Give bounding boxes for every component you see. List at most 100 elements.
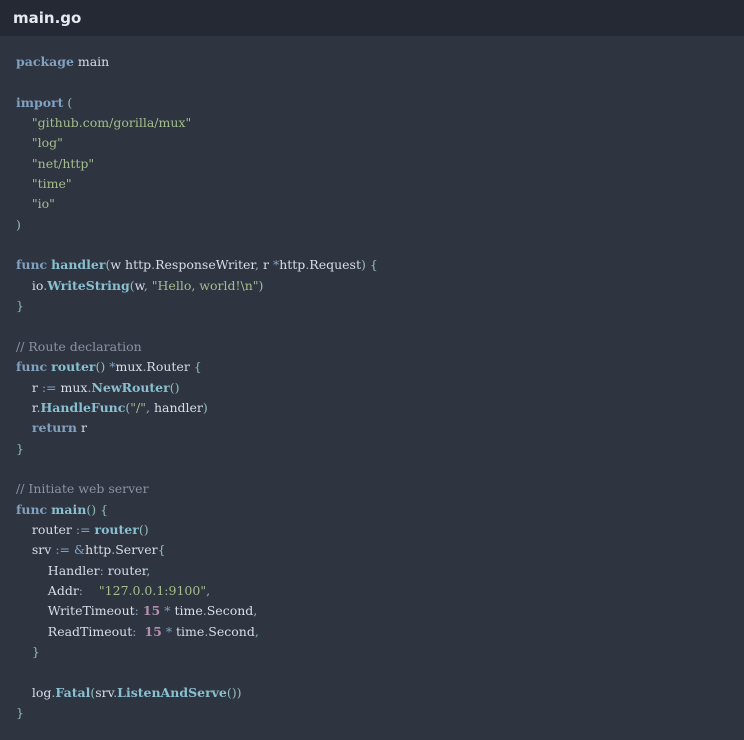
code-token: Handler — [16, 562, 100, 578]
file-name: main.go — [13, 9, 82, 27]
code-token: mux — [56, 379, 88, 395]
code-token: { — [365, 257, 378, 273]
code-token: handler — [149, 399, 203, 415]
code-token: Request — [309, 257, 361, 273]
code-token: mux — [115, 359, 143, 375]
code-line: } — [16, 296, 744, 316]
code-line: // Initiate web server — [16, 479, 744, 499]
code-token: Fatal — [55, 684, 91, 700]
code-token: } — [16, 298, 24, 314]
code-token: HandleFunc — [40, 399, 126, 415]
code-token: () — [86, 501, 97, 517]
code-token: srv — [16, 542, 56, 558]
code-line: } — [16, 642, 744, 662]
code-token: 15 — [144, 623, 162, 639]
code-token: r — [259, 257, 273, 273]
code-token: } — [16, 440, 24, 456]
code-token: } — [16, 643, 40, 659]
code-token: router — [94, 521, 139, 537]
code-line: ReadTimeout: 15 * time.Second, — [16, 622, 744, 642]
code-token: 15 — [142, 603, 161, 619]
code-token: r — [76, 420, 87, 436]
code-token: } — [16, 705, 24, 720]
code-token: func — [16, 501, 48, 517]
code-token: ) — [16, 216, 21, 232]
code-token: { — [96, 501, 109, 517]
code-line: "log" — [16, 133, 744, 153]
code-token: ) — [202, 399, 208, 415]
code-line: r := mux.NewRouter() — [16, 378, 744, 398]
code-line: r.HandleFunc("/", handler) — [16, 398, 744, 418]
code-line: log.Fatal(srv.ListenAndServe()) — [16, 683, 744, 703]
code-token: func — [16, 359, 48, 375]
code-token: "net/http" — [31, 155, 95, 171]
code-token: w — [134, 277, 144, 293]
code-line: ) — [16, 215, 744, 235]
code-token: time — [170, 603, 203, 619]
code-token: package — [16, 54, 74, 69]
code-line: Addr: "127.0.0.1:9100", — [16, 581, 744, 601]
code-token: , — [253, 603, 258, 619]
code-token: http — [279, 257, 306, 273]
code-token: NewRouter — [91, 379, 170, 395]
code-token: ListenAndServe — [117, 684, 227, 700]
code-line: } — [16, 703, 744, 723]
code-token: return — [31, 420, 77, 436]
code-token: ReadTimeout — [16, 623, 133, 639]
code-token: "/" — [130, 399, 146, 415]
code-token: r — [16, 379, 42, 395]
code-token: handler — [51, 257, 106, 273]
code-token: router — [51, 359, 96, 375]
code-token: WriteTimeout — [16, 603, 135, 619]
code-line: WriteTimeout: 15 * time.Second, — [16, 601, 744, 621]
code-token: , — [206, 582, 211, 598]
code-block: package main import ( "github.com/gorill… — [16, 52, 744, 723]
code-line: } — [16, 439, 744, 459]
code-line: "github.com/gorilla/mux" — [16, 113, 744, 133]
code-line: import ( — [16, 93, 744, 113]
code-token: main — [51, 501, 87, 517]
code-line: // Route declaration — [16, 337, 744, 357]
code-token: := — [75, 521, 91, 537]
code-token: router — [103, 562, 147, 578]
code-token: time — [172, 623, 205, 639]
code-token: := — [41, 379, 57, 395]
code-token: Server — [115, 542, 158, 558]
code-token: ResponseWriter — [155, 257, 256, 273]
code-line: Handler: router, — [16, 561, 744, 581]
code-token: ( — [63, 94, 73, 110]
code-token: "log" — [31, 135, 63, 151]
code-token: "Hello, world!\n" — [151, 277, 259, 293]
code-token: // Route declaration — [16, 338, 142, 354]
code-token: // Initiate web server — [16, 481, 149, 497]
code-token: func — [16, 257, 48, 273]
code-token: import — [16, 94, 64, 110]
code-token: := — [55, 542, 71, 558]
code-line: "time" — [16, 174, 744, 194]
code-line: "io" — [16, 194, 744, 214]
code-token: Addr — [16, 582, 79, 598]
code-token: { — [189, 359, 202, 375]
code-token: router — [16, 521, 76, 537]
code-token: "time" — [31, 176, 72, 192]
code-line: io.WriteString(w, "Hello, world!\n") — [16, 276, 744, 296]
code-token: & — [74, 542, 86, 558]
code-token: Second — [206, 603, 254, 619]
code-token: { — [157, 542, 166, 558]
code-token: , — [146, 562, 151, 578]
code-token: w http — [110, 257, 152, 273]
code-token: () — [169, 379, 180, 395]
code-token: WriteString — [47, 277, 130, 293]
code-line: return r — [16, 418, 744, 438]
code-token: "github.com/gorilla/mux" — [31, 115, 192, 131]
code-token: Router — [146, 359, 190, 375]
